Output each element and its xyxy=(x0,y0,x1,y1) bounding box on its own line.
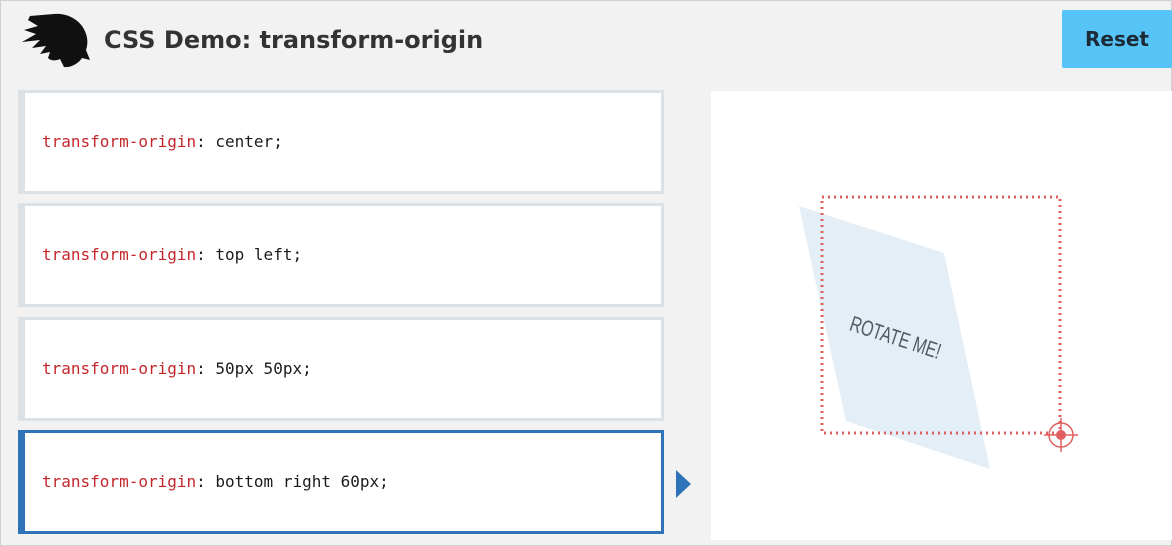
css-value: bottom right 60px xyxy=(215,472,380,491)
choice-code: transform-origin: center; xyxy=(42,132,283,151)
dino-head-logo-icon xyxy=(22,13,90,68)
crosshair-icon xyxy=(1044,418,1078,452)
output-panel: ROTATE ME! xyxy=(711,91,1172,540)
css-semicolon: ; xyxy=(379,472,389,491)
page-title: CSS Demo: transform-origin xyxy=(104,26,484,54)
css-semicolon: ; xyxy=(292,245,303,264)
header: CSS Demo: transform-origin Reset xyxy=(0,0,1172,86)
play-arrow-icon xyxy=(676,470,691,498)
choice-center[interactable]: transform-origin: center; xyxy=(18,90,664,194)
choice-code: transform-origin: bottom right 60px; xyxy=(42,472,389,491)
css-separator: : xyxy=(196,132,216,151)
css-semicolon: ; xyxy=(273,132,283,151)
reset-button[interactable]: Reset xyxy=(1062,10,1172,68)
css-property-name: transform-origin xyxy=(42,359,197,378)
choice-50px-50px[interactable]: transform-origin: 50px 50px; xyxy=(18,317,664,421)
choice-code: transform-origin: 50px 50px; xyxy=(42,359,312,378)
css-separator: : xyxy=(196,245,216,264)
css-separator: : xyxy=(196,472,216,491)
css-value: center xyxy=(215,132,274,151)
css-separator: : xyxy=(196,359,216,378)
css-property-name: transform-origin xyxy=(42,472,197,491)
css-property-name: transform-origin xyxy=(42,132,197,151)
css-value: top left xyxy=(215,245,293,264)
css-property-name: transform-origin xyxy=(42,245,197,264)
choice-bottom-right-60px[interactable]: transform-origin: bottom right 60px; xyxy=(18,430,664,534)
css-semicolon: ; xyxy=(302,359,312,378)
css-value: 50px 50px xyxy=(215,359,303,378)
choice-code: transform-origin: top left; xyxy=(42,245,302,264)
choice-top-left[interactable]: transform-origin: top left; xyxy=(18,203,664,307)
output-canvas: ROTATE ME! xyxy=(799,195,1078,469)
